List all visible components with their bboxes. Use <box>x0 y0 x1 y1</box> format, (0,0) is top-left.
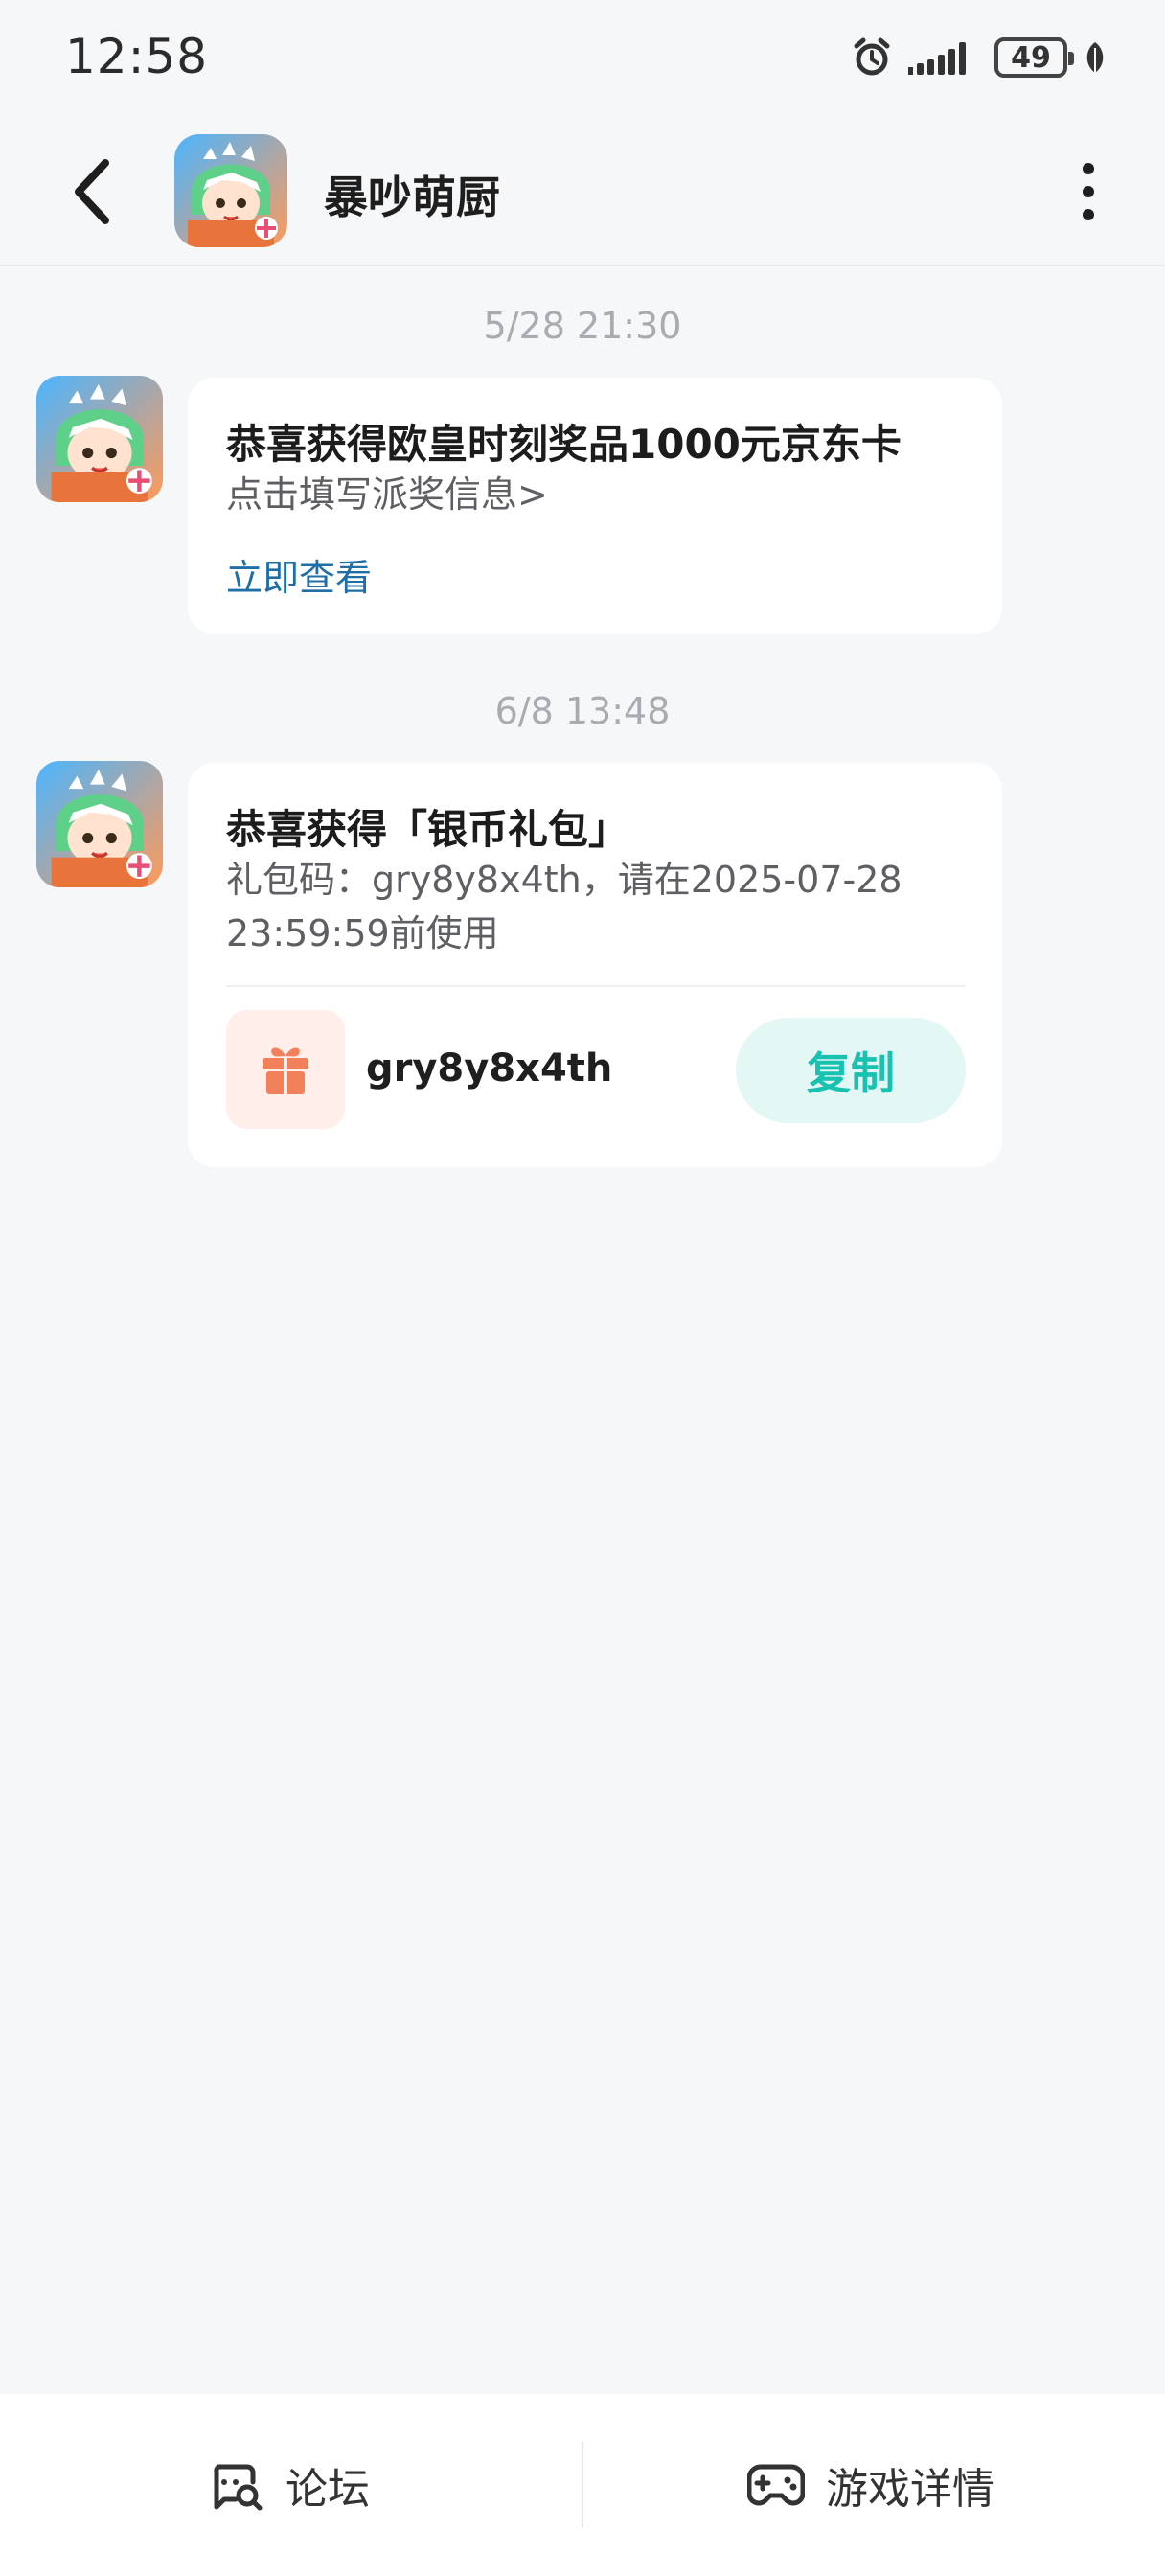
game-icon-illustration <box>36 376 163 502</box>
game-icon-illustration <box>174 134 287 247</box>
forum-label: 论坛 <box>286 2465 370 2514</box>
page-title: 暴吵萌厨 <box>324 172 500 223</box>
message-timestamp: 5/28 21:30 <box>483 305 682 347</box>
battery-icon: 49 <box>994 37 1074 78</box>
status-icons: 49 <box>851 33 1108 82</box>
gamepad-icon <box>747 2464 805 2506</box>
game-icon-illustration <box>36 761 163 887</box>
bottom-divider <box>582 2442 583 2528</box>
gift-code-info-line1: 礼包码：gry8y8x4th，请在2025-07-28 <box>226 859 902 901</box>
bottom-bar: 论坛 游戏详情 <box>0 2394 1165 2576</box>
chevron-left-icon <box>75 159 109 224</box>
gift-icon <box>263 1047 308 1094</box>
chat-header: 暴吵萌厨 <box>0 117 1165 266</box>
message-subtitle[interactable]: 点击填写派奖信息> <box>226 468 548 521</box>
view-now-link[interactable]: 立即查看 <box>226 548 372 601</box>
status-bar: 12:58 49 <box>0 0 1165 117</box>
status-time: 12:58 <box>65 29 209 84</box>
gift-box <box>226 1010 345 1129</box>
gift-code-info-line2: 23:59:59前使用 <box>226 912 499 954</box>
more-vertical-icon <box>1083 163 1094 174</box>
battery-level: 49 <box>1011 40 1051 75</box>
game-details-label: 游戏详情 <box>826 2465 994 2514</box>
sender-avatar[interactable] <box>36 761 163 887</box>
sender-avatar[interactable] <box>36 376 163 502</box>
back-button[interactable] <box>57 153 134 230</box>
message-card[interactable]: 恭喜获得「银币礼包」 礼包码：gry8y8x4th，请在2025-07-28 2… <box>188 763 1002 1167</box>
alarm-icon <box>854 37 890 76</box>
message-title: 恭喜获得欧皇时刻奖品1000元京东卡 <box>226 421 902 468</box>
app-avatar[interactable] <box>174 134 287 247</box>
message-timestamp: 6/8 13:48 <box>494 690 671 732</box>
more-options-button[interactable] <box>1060 155 1117 228</box>
message-title: 恭喜获得「银币礼包」 <box>226 806 629 853</box>
chat-search-icon <box>214 2464 263 2511</box>
signal-icon <box>908 42 966 75</box>
message-card[interactable]: 恭喜获得欧皇时刻奖品1000元京东卡 点击填写派奖信息> 立即查看 <box>188 378 1002 634</box>
leaf-icon <box>1086 42 1104 73</box>
gift-code: gry8y8x4th <box>366 1046 613 1091</box>
divider <box>226 985 966 987</box>
game-details-button[interactable]: 游戏详情 <box>747 2394 994 2576</box>
copy-button[interactable]: 复制 <box>736 1018 966 1123</box>
forum-button[interactable]: 论坛 <box>209 2394 370 2576</box>
